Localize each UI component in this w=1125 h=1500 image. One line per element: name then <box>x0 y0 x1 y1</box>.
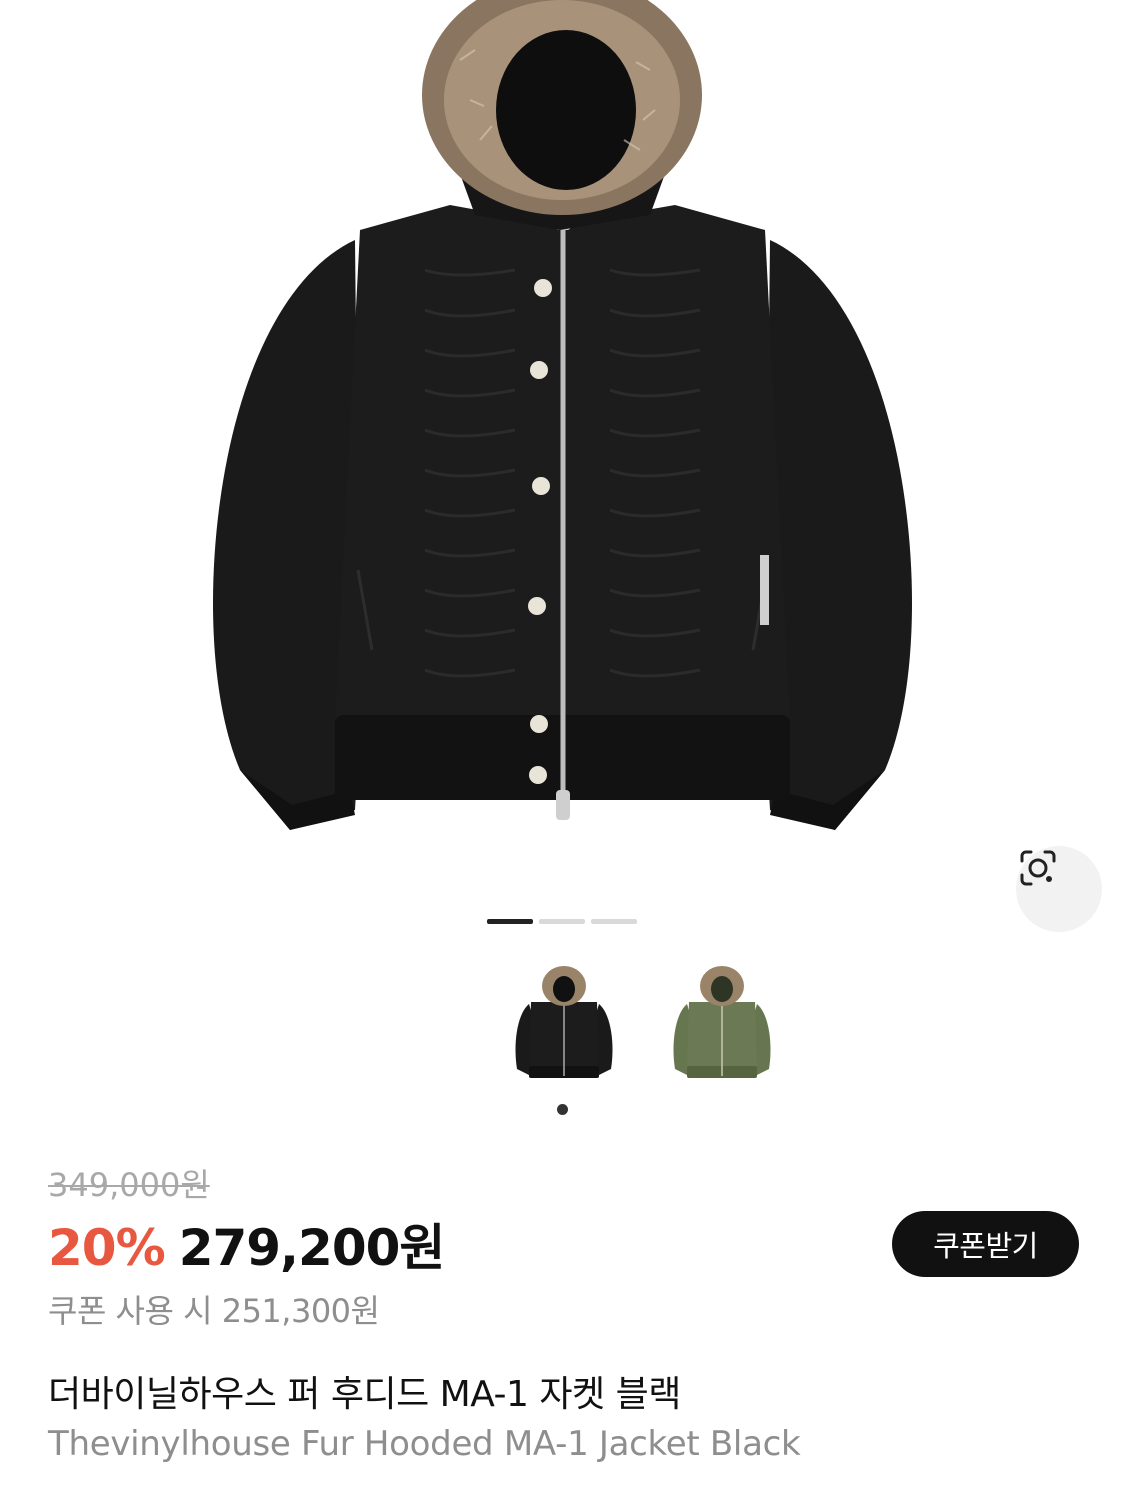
coupon-price: 쿠폰 사용 시 251,300원 <box>48 1292 380 1330</box>
price-row: 20% 279,200원 <box>48 1208 446 1280</box>
color-option-thumbnails <box>500 960 786 1088</box>
olive-jacket-thumbnail <box>673 966 771 1078</box>
image-search-button[interactable] <box>1016 846 1102 932</box>
jacket-image <box>213 0 912 830</box>
image-pagination <box>487 919 637 924</box>
pagination-indicator[interactable] <box>539 919 585 924</box>
get-coupon-button[interactable]: 쿠폰받기 <box>892 1211 1079 1277</box>
color-option-black[interactable] <box>500 960 628 1088</box>
discount-rate: 20% <box>48 1219 166 1277</box>
product-main-image[interactable] <box>0 0 1125 945</box>
product-title-korean: 더바이닐하우스 퍼 후디드 MA-1 자켓 블랙 <box>48 1374 681 1415</box>
original-price: 349,000원 <box>48 1166 210 1204</box>
pagination-indicator[interactable] <box>487 919 533 924</box>
product-title-english: Thevinylhouse Fur Hooded MA-1 Jacket Bla… <box>48 1424 801 1464</box>
pagination-indicator[interactable] <box>591 919 637 924</box>
black-jacket-thumbnail <box>515 966 613 1078</box>
color-option-olive[interactable] <box>658 960 786 1088</box>
sale-price: 279,200원 <box>178 1219 446 1277</box>
selected-thumbnail-indicator <box>557 1104 568 1115</box>
